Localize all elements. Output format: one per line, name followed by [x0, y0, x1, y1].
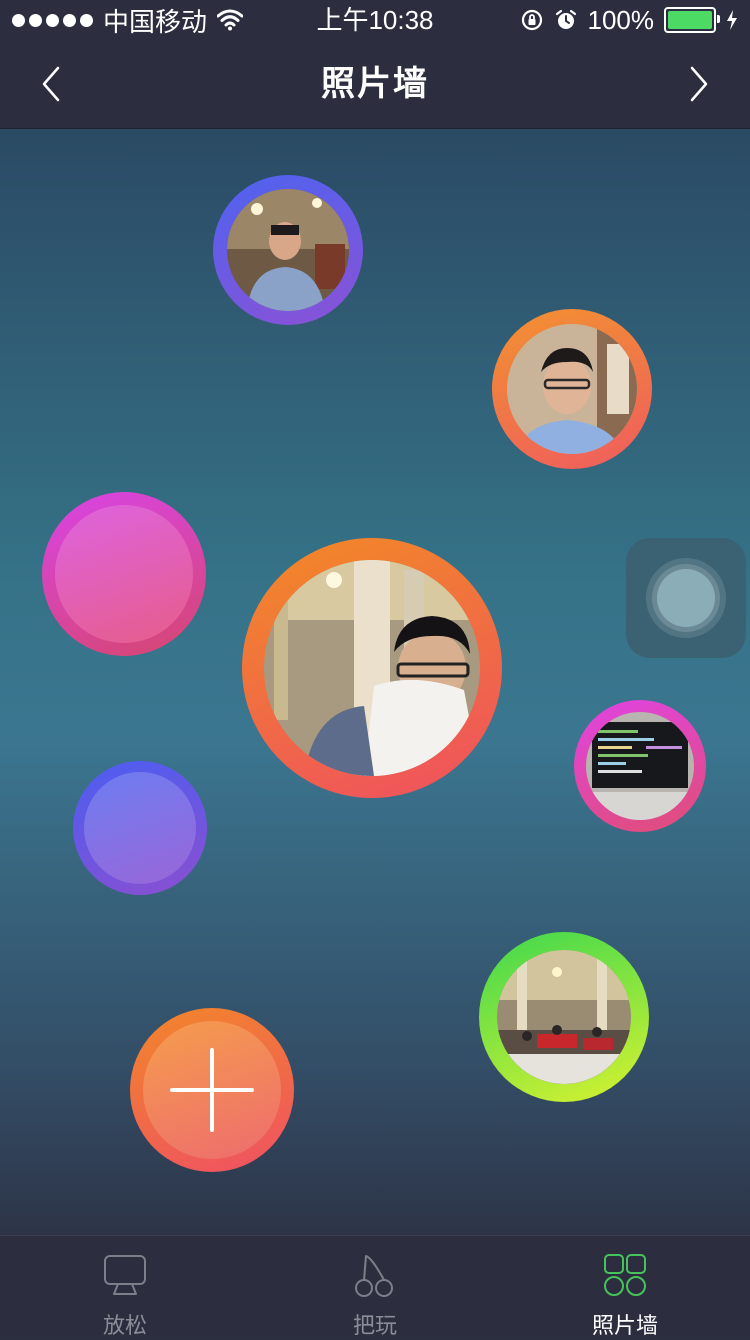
- battery-percent: 100%: [587, 4, 655, 35]
- photo-wall-canvas: [0, 129, 750, 1235]
- assistive-touch-icon: [657, 569, 715, 627]
- battery-icon: [664, 7, 720, 33]
- tab-label: 照片墙: [591, 1313, 658, 1338]
- add-photo-button[interactable]: [130, 1008, 294, 1172]
- photo-bubble[interactable]: [213, 175, 363, 325]
- photo-thumbnail: [227, 189, 349, 311]
- assistive-touch-button[interactable]: [626, 538, 746, 658]
- tab-play[interactable]: 把玩: [250, 1236, 500, 1338]
- alarm-icon: [555, 9, 576, 29]
- photo-thumbnail: [586, 712, 694, 820]
- empty-bubble[interactable]: [42, 492, 206, 656]
- monitor-icon: [104, 1255, 146, 1295]
- tab-label: 把玩: [352, 1313, 397, 1338]
- empty-bubble[interactable]: [73, 761, 207, 895]
- tab-label: 放松: [102, 1313, 147, 1338]
- photo-bubble[interactable]: [242, 538, 502, 798]
- status-bar: 中国移动 上午10:38 100%: [0, 0, 750, 40]
- photo-bubble[interactable]: [574, 700, 706, 832]
- tab-relax[interactable]: 放松: [0, 1236, 250, 1338]
- photo-bubble[interactable]: [479, 932, 649, 1102]
- chevron-right-icon: [690, 66, 708, 102]
- page-title: 照片墙: [321, 65, 429, 103]
- photo-bubble[interactable]: [492, 309, 652, 469]
- tab-bar: 放松 把玩 照片墙: [0, 1235, 750, 1338]
- status-right: 100%: [520, 4, 739, 36]
- cherries-icon: [355, 1255, 393, 1297]
- rotation-lock-icon: [521, 9, 542, 31]
- charging-icon: [727, 10, 737, 30]
- plus-icon: [170, 1048, 254, 1132]
- photo-thumbnail: [507, 324, 637, 454]
- forward-button[interactable]: [676, 62, 720, 106]
- photo-thumbnail: [497, 950, 631, 1084]
- tab-photo-wall[interactable]: 照片墙: [500, 1236, 750, 1338]
- grid-icon: [604, 1254, 646, 1296]
- photo-thumbnail: [264, 560, 480, 776]
- navigation-bar: 照片墙: [0, 40, 750, 129]
